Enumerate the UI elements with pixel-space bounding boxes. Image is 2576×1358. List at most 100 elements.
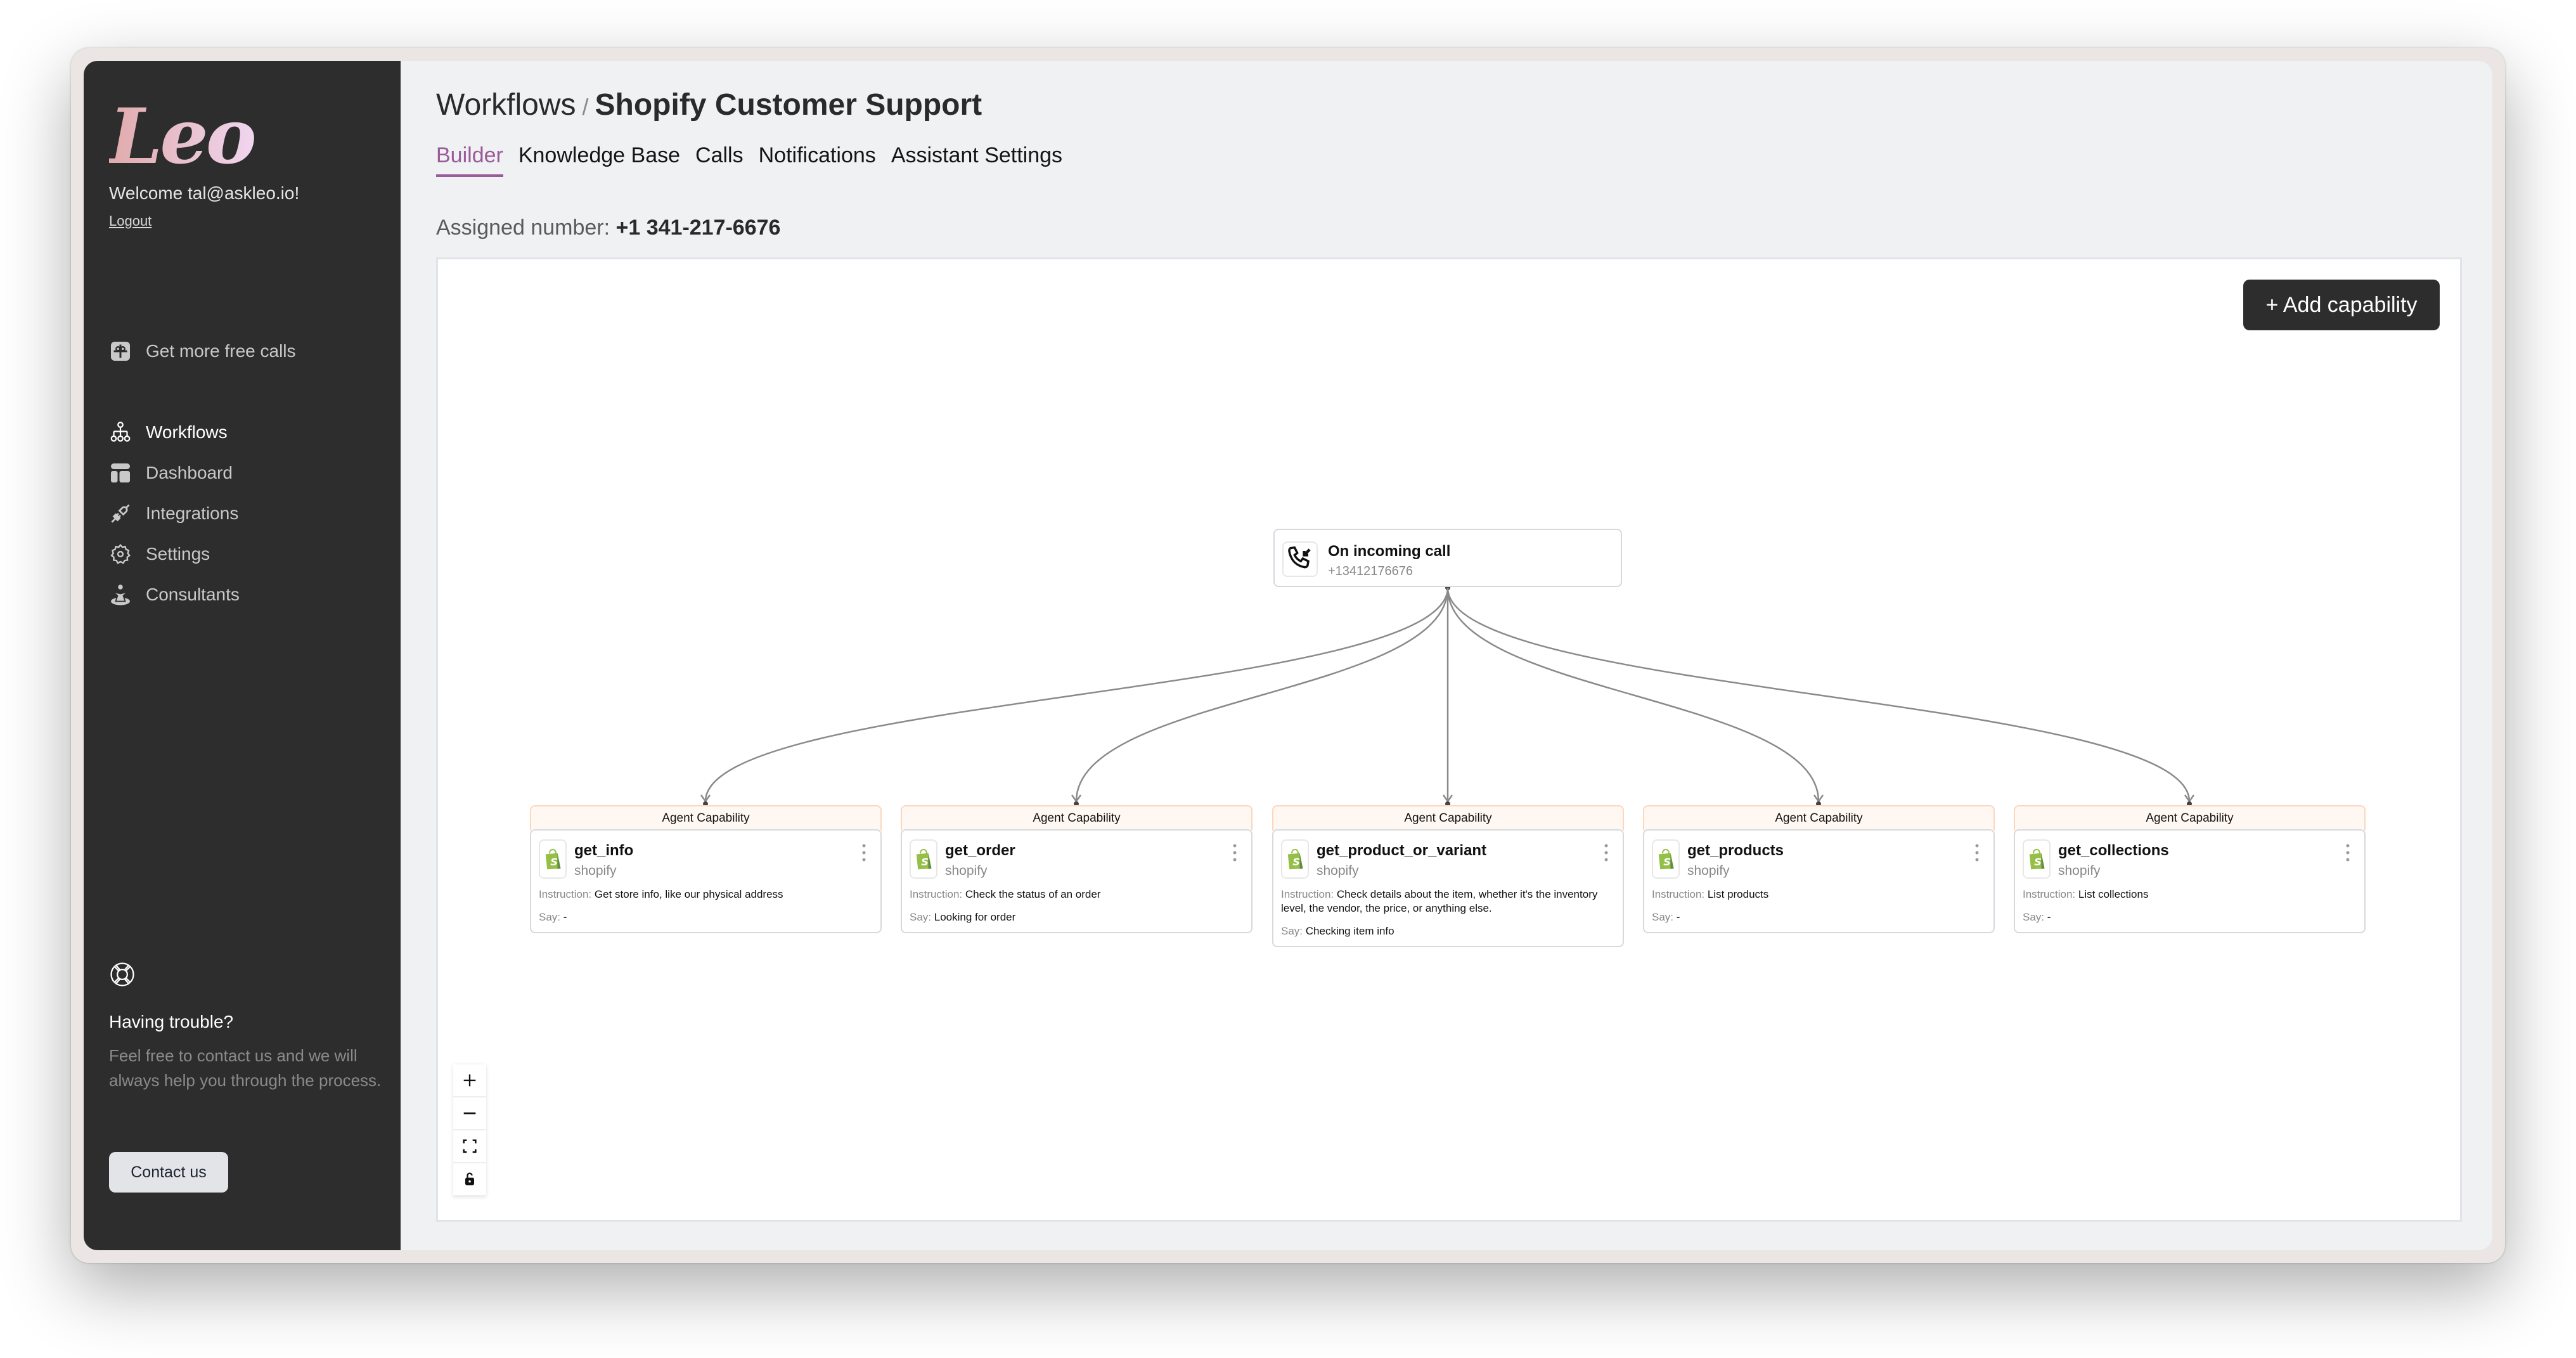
leo-logo[interactable]: Leo (109, 99, 257, 175)
assigned-number: Assigned number: +1 341-217-6676 (436, 216, 780, 240)
tab-bar: Builder Knowledge Base Calls Notificatio… (436, 143, 1062, 177)
capability-header: Agent Capability (530, 805, 882, 831)
zoom-in-button[interactable] (453, 1064, 486, 1097)
capability-header: Agent Capability (2014, 805, 2366, 831)
zoom-in-icon (463, 1074, 476, 1087)
workflow-canvas[interactable]: + Add capability On incoming call +13412… (436, 257, 2462, 1222)
zoom-out-icon (463, 1112, 476, 1115)
capability-say: Say: Looking for order (910, 910, 1244, 924)
provider-logo: S (910, 839, 937, 879)
capability-instruction: Instruction: Check the status of an orde… (910, 888, 1244, 902)
capability-provider: shopify (574, 863, 617, 878)
capability-say: Say: Checking item info (1281, 924, 1615, 938)
edge-to-get-products[interactable] (1446, 587, 1820, 802)
tab-knowledge-base[interactable]: Knowledge Base (518, 143, 680, 177)
instruction-text: List products (1707, 888, 1769, 900)
shopify-bag-icon: S (2029, 848, 2045, 870)
capability-instruction: Instruction: List products (1652, 888, 1986, 902)
lock-toggle-button[interactable] (453, 1163, 486, 1196)
provider-logo: S (539, 839, 567, 879)
trigger-node-incoming-call[interactable]: On incoming call +13412176676 (1273, 529, 1622, 587)
sidebar-item-label: Consultants (146, 585, 240, 604)
gift-icon (111, 342, 130, 361)
capability-body: Sget_product_or_variant shopify Instructio… (1272, 829, 1624, 947)
logout-link[interactable]: Logout (109, 213, 151, 230)
help-title: Having trouble? (109, 1012, 234, 1031)
sidebar-item-settings[interactable]: Settings (109, 543, 210, 566)
fit-view-button[interactable] (453, 1130, 486, 1163)
capability-node-get-collections[interactable]: Agent Capability Sget_collections shopify I… (2014, 805, 2366, 933)
help-text: Feel free to contact us and we will alwa… (109, 1046, 382, 1090)
say-label: Say: (2023, 911, 2045, 923)
person-icon (111, 585, 130, 605)
capability-instruction: Instruction: Get store info, like our ph… (539, 888, 873, 902)
capability-body: Sget_infoshopify Instruction: Get store i… (530, 829, 882, 933)
shopify-bag-icon: S (916, 848, 932, 870)
capability-node-get-products[interactable]: Agent Capability Sget_products shopify Inst… (1643, 805, 1995, 933)
instruction-text: Get store info, like our physical addres… (594, 888, 783, 900)
tab-calls[interactable]: Calls (695, 143, 744, 177)
say-label: Say: (1652, 911, 1674, 923)
sidebar-item-integrations[interactable]: Integrations (109, 502, 238, 525)
svg-text:S: S (921, 856, 929, 868)
more-options-icon[interactable] (1604, 843, 1609, 862)
capability-node-get-product-or-variant[interactable]: Agent Capability Sget_product_or_variant s… (1272, 805, 1624, 947)
capability-say: Say: - (2023, 910, 2357, 924)
provider-logo: S (1281, 839, 1309, 879)
instruction-label: Instruction: (1281, 888, 1334, 900)
capability-provider: shopify (2058, 863, 2101, 878)
more-options-icon[interactable] (1232, 843, 1237, 862)
more-options-icon[interactable] (1974, 843, 1980, 862)
say-text: Checking item info (1305, 925, 1394, 937)
more-options-icon[interactable] (2345, 843, 2350, 862)
trigger-subtitle: +13412176676 (1328, 564, 1414, 578)
capability-header: Agent Capability (901, 805, 1253, 831)
capability-body: Sget_ordershopify Instruction: Check the … (901, 829, 1253, 933)
sidebar-item-consultants[interactable]: Consultants (109, 583, 240, 606)
tab-assistant-settings[interactable]: Assistant Settings (891, 143, 1062, 177)
contact-us-button[interactable]: Contact us (109, 1152, 228, 1193)
sidebar-item-workflows[interactable]: Workflows (109, 421, 228, 444)
zoom-out-button[interactable] (453, 1097, 486, 1130)
edge-to-get-info[interactable] (704, 587, 1449, 802)
fit-view-icon (463, 1139, 477, 1153)
say-text: - (2047, 911, 2051, 923)
capability-node-get-order[interactable]: Agent Capability Sget_ordershopify Instruc… (901, 805, 1253, 933)
shopify-bag-icon: S (1658, 848, 1674, 870)
say-label: Say: (539, 911, 561, 923)
breadcrumb-separator: / (582, 94, 589, 120)
assigned-number-value: +1 341-217-6676 (615, 216, 781, 240)
svg-text:S: S (1292, 856, 1300, 868)
page-title: Shopify Customer Support (595, 88, 982, 122)
edge-to-get-order[interactable] (1075, 587, 1449, 802)
breadcrumb-workflows-link[interactable]: Workflows (436, 88, 576, 122)
instruction-text: List collections (2078, 888, 2149, 900)
sidebar: Leo Welcome tal@askleo.io! Logout Get mo… (84, 61, 401, 1250)
plug-icon (111, 504, 130, 523)
provider-logo: S (2023, 839, 2051, 879)
add-capability-button[interactable]: + Add capability (2243, 280, 2440, 330)
edge-arrowhead (1813, 794, 1824, 803)
more-options-icon[interactable] (861, 843, 866, 862)
tab-notifications[interactable]: Notifications (759, 143, 876, 177)
say-text: Looking for order (934, 911, 1016, 923)
svg-text:S: S (1663, 856, 1671, 868)
capability-provider: shopify (1317, 863, 1359, 878)
capability-say: Say: - (539, 910, 873, 924)
get-more-free-calls-link[interactable]: Get more free calls (109, 340, 296, 363)
capability-provider: shopify (945, 863, 988, 878)
app-frame: Leo Welcome tal@askleo.io! Logout Get mo… (84, 61, 2492, 1250)
capability-name: get_info (574, 842, 634, 859)
app-window: Leo Welcome tal@askleo.io! Logout Get mo… (71, 48, 2505, 1263)
unlock-icon (465, 1172, 474, 1186)
capability-say: Say: - (1652, 910, 1986, 924)
main-content: Workflows / Shopify Customer Support Build… (401, 61, 2492, 1250)
welcome-text: Welcome tal@askleo.io! (109, 183, 300, 203)
sidebar-item-dashboard[interactable]: Dashboard (109, 462, 233, 484)
svg-text:S: S (2034, 856, 2042, 868)
tab-builder[interactable]: Builder (436, 143, 503, 177)
capability-body: Sget_products shopify Instruction: List pr… (1643, 829, 1995, 933)
capability-node-get-info[interactable]: Agent Capability Sget_infoshopify Instruct… (530, 805, 882, 933)
edge-to-get-collections[interactable] (1446, 587, 2191, 802)
capability-name: get_order (945, 842, 1015, 859)
